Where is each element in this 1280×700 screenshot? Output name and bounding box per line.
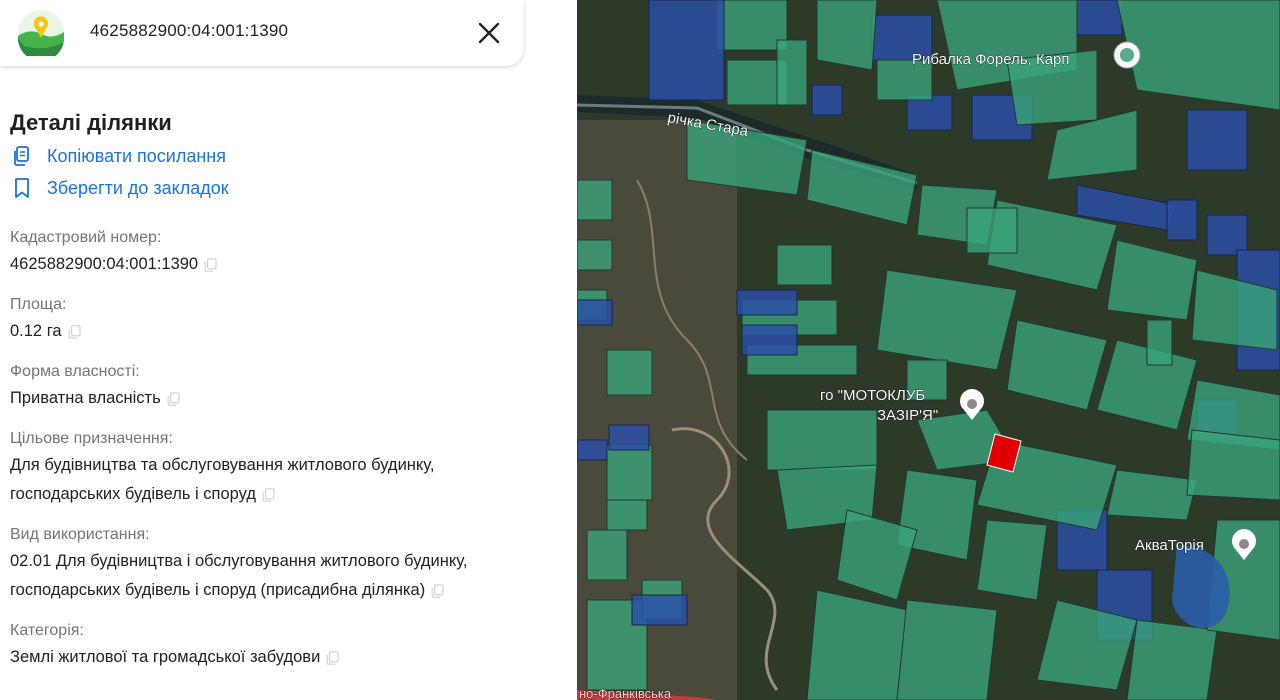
close-icon[interactable] [471,15,507,51]
map-label-aqua: АкваТорія [1135,537,1204,554]
bookmark-button[interactable]: Зберегти до закладок [10,172,570,204]
parcel-details: Деталі ділянки Копіювати посилання Збере… [10,108,570,672]
copy-icon[interactable] [167,391,180,406]
field-value: Приватна власність [10,389,161,407]
satellite-map[interactable]: річка Стара Рибалка Форель, Карп го "МОТ… [577,0,1280,700]
field-value: 4625882900:04:001:1390 [10,255,199,273]
field-label: Цільове призначення: [10,430,173,447]
copy-icon[interactable] [326,650,339,665]
field-value: Землі житлової та громадської забудови [10,648,321,666]
copy-icon[interactable] [68,324,81,339]
copy-icon[interactable] [262,487,275,502]
search-bar: 4625882900:04:001:1390 [0,0,524,66]
field-value: Для будівництва та обслуговування житлов… [10,456,435,503]
bookmark-label: Зберегти до закладок [47,177,229,198]
field-label: Кадастровий номер: [10,229,162,246]
map-label-club-line2: ЗАЗІР'Я" [877,407,938,424]
field-label: Вид використання: [10,526,150,543]
field-ownership: Форма власності: Приватна власність [10,360,570,413]
field-area: Площа: 0.12 га [10,293,570,346]
field-label: Площа: [10,296,67,313]
field-usage-type: Вид використання: 02.01 Для будівництва … [10,523,570,605]
copy-icon[interactable] [204,257,217,272]
field-value: 0.12 га [10,322,62,340]
field-purpose: Цільове призначення: Для будівництва та … [10,427,570,509]
details-panel: 4625882900:04:001:1390 Деталі ділянки Ко… [0,0,577,700]
map-label-street: но-Франківська [579,686,672,700]
app-logo [18,10,64,56]
map-label-fishing: Рибалка Форель, Карп [912,51,1070,68]
field-label: Форма власності: [10,363,140,380]
map-view[interactable]: річка Стара Рибалка Форель, Карп го "МОТ… [577,0,1280,700]
search-input[interactable]: 4625882900:04:001:1390 [90,21,288,41]
field-label: Категорія: [10,622,84,639]
field-category: Категорія: Землі житлової та громадської… [10,619,570,672]
copy-link-icon [14,146,29,166]
field-value: 02.01 Для будівництва і обслуговування ж… [10,552,468,599]
poi-fishing-pin-icon[interactable] [1113,41,1141,69]
bookmark-icon [15,178,29,198]
details-title: Деталі ділянки [10,110,172,135]
copy-icon[interactable] [431,583,444,598]
copy-link-label: Копіювати посилання [47,145,226,166]
field-cadastral-number: Кадастровий номер: 4625882900:04:001:139… [10,226,570,279]
map-label-club-line1: го "МОТОКЛУБ [820,387,925,404]
copy-link-button[interactable]: Копіювати посилання [10,140,570,172]
